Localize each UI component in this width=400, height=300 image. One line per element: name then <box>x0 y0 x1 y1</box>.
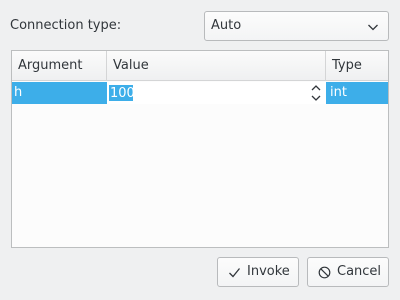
connection-type-label: Connection type: <box>10 18 122 33</box>
column-header-type[interactable]: Type <box>326 51 388 81</box>
argument-cell[interactable]: h <box>12 82 107 104</box>
value-spinbox-input[interactable] <box>109 85 133 101</box>
column-header-value[interactable]: Value <box>107 51 326 81</box>
chevron-down-icon <box>368 24 378 31</box>
type-cell[interactable]: int <box>326 82 388 104</box>
table-row[interactable]: h int <box>12 82 388 104</box>
cancel-icon <box>318 266 331 279</box>
cancel-button[interactable]: Cancel <box>307 257 389 287</box>
arguments-table: Argument Value Type h int <box>11 50 389 248</box>
connection-type-value: Auto <box>211 18 242 33</box>
column-header-argument[interactable]: Argument <box>12 51 107 81</box>
connection-type-select[interactable]: Auto <box>204 11 389 41</box>
spin-up-down-icon[interactable] <box>310 83 322 103</box>
invoke-button[interactable]: Invoke <box>217 257 299 287</box>
checkmark-icon <box>229 268 241 278</box>
cancel-button-label: Cancel <box>337 264 382 279</box>
value-cell[interactable] <box>107 82 326 104</box>
table-header: Argument Value Type <box>12 51 388 81</box>
invoke-button-label: Invoke <box>247 264 290 279</box>
